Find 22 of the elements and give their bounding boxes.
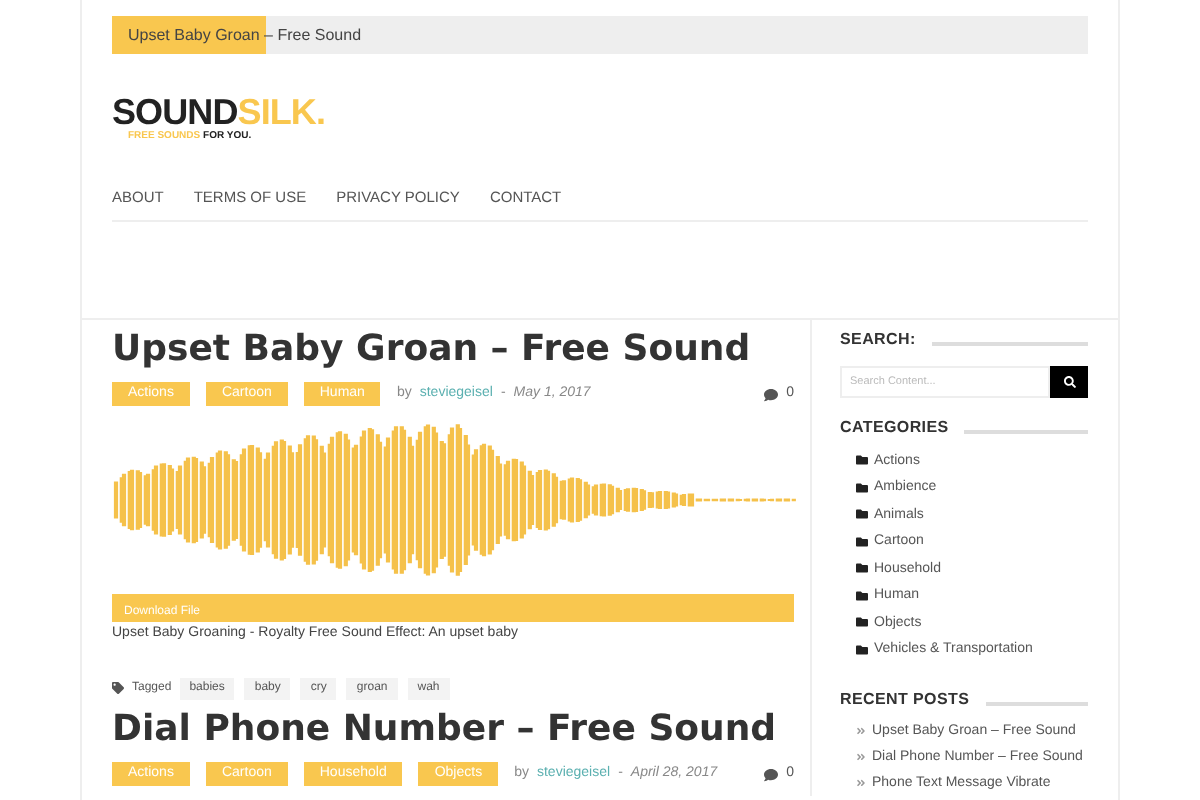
search-icon [1063,375,1075,388]
widget-heading: RECENT POSTS [840,688,970,713]
comment-icon [764,387,779,401]
chevron-icon [856,778,866,789]
folder-icon [856,589,868,602]
chevron-icon [856,752,866,763]
folder-icon [856,562,868,575]
ticker-headline[interactable]: Upset Baby Groan – Free Sound [128,23,362,47]
search-button[interactable] [1050,365,1088,398]
widget-heading: SEARCH: [840,327,916,352]
tag-icon [112,682,124,695]
folder-icon [856,454,868,467]
post-title[interactable]: Upset Baby Groan – Free Sound [112,325,794,374]
comment-icon [764,767,779,781]
folder-icon [856,643,868,656]
folder-icon [856,508,868,521]
folder-icon [856,616,868,629]
folder-icon [856,481,868,494]
folder-icon [856,535,868,548]
post-title[interactable]: Dial Phone Number – Free Sound [112,705,794,754]
chevron-icon [856,726,866,737]
widget-heading: CATEGORIES [840,415,949,440]
